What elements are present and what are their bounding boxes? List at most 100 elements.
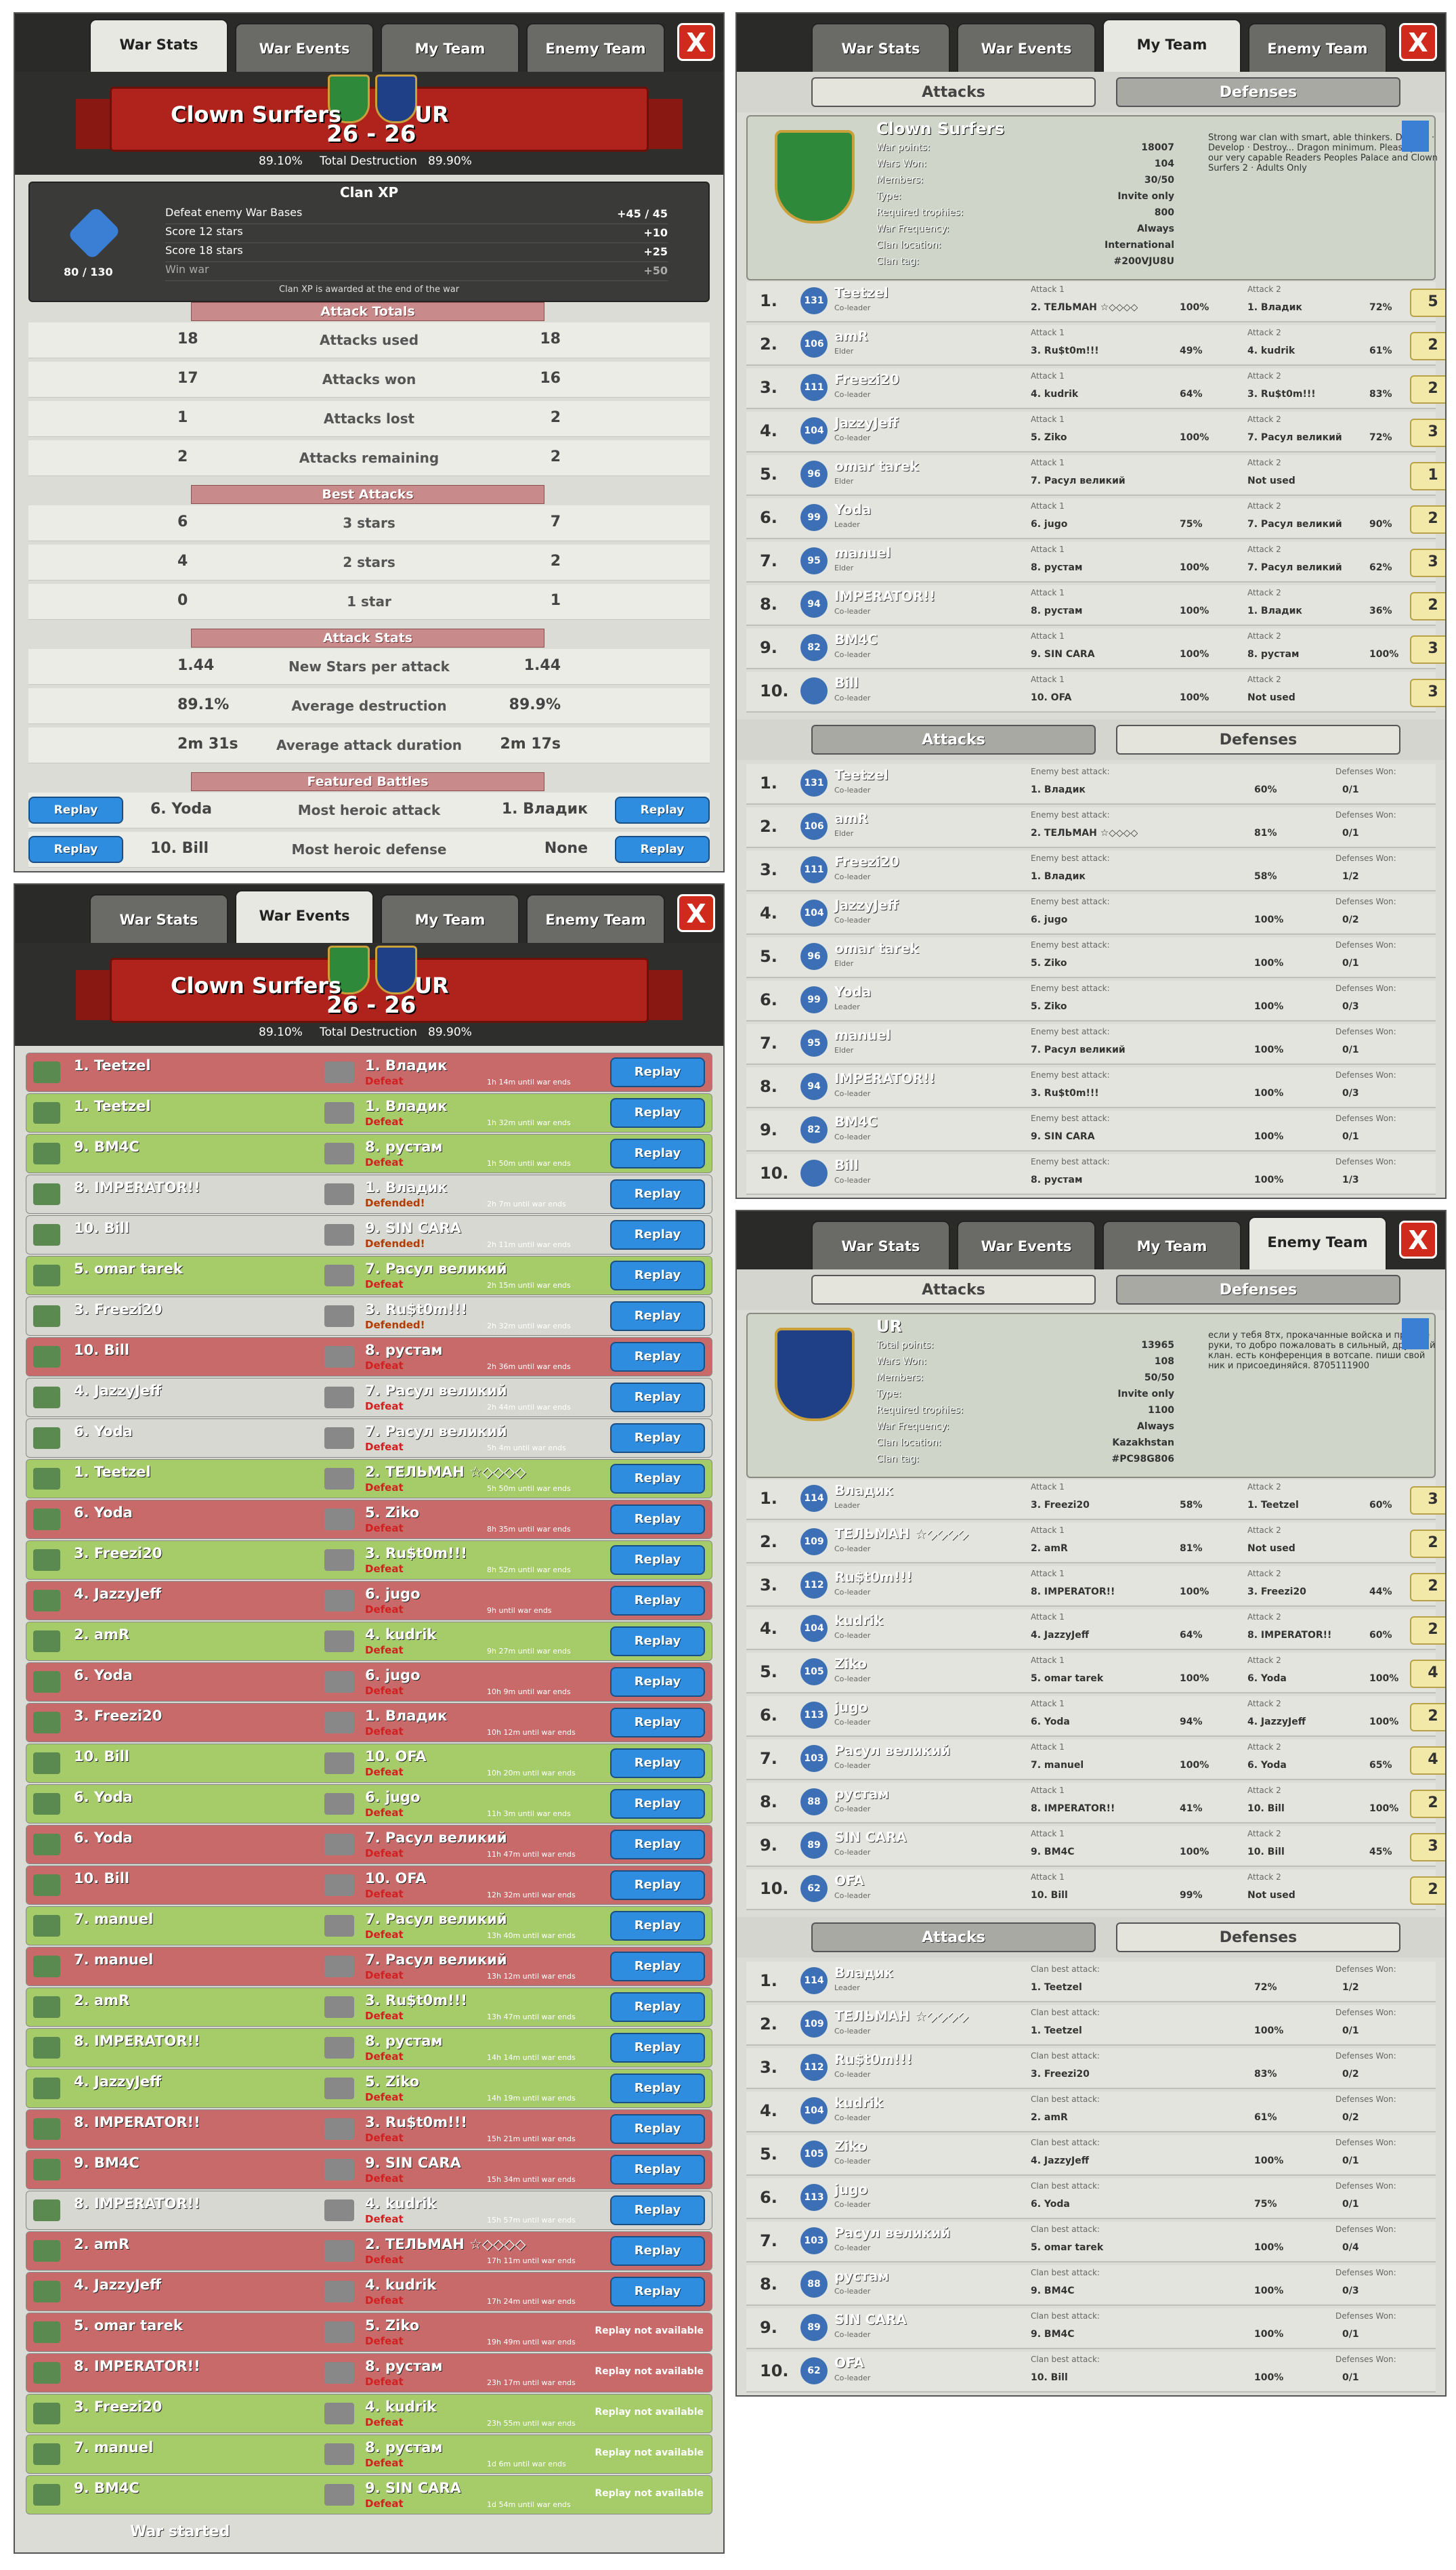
replay-button[interactable]: Replay [610,1667,705,1697]
subtab-defenses[interactable]: Defenses [1116,1275,1400,1305]
town-hall-level-icon: 82 [800,1116,828,1143]
replay-button[interactable]: Replay [610,1870,705,1900]
replay-button[interactable]: Replay [610,1545,705,1575]
clan-info-key: Required trophies: [876,1405,964,1416]
replay-button[interactable]: Replay [610,1301,705,1331]
replay-button[interactable]: Replay [610,1789,705,1819]
close-button[interactable]: X [1399,1221,1437,1259]
tab-my-team[interactable]: My Team [1102,19,1241,72]
clan-info-value: 13965 [1141,1340,1174,1351]
replay-button[interactable]: Replay [610,1911,705,1941]
replay-button[interactable]: Replay [610,1057,705,1087]
attack-sword-icon [324,1915,354,1937]
attack-1-target: 5. Ziko 100% [1031,432,1234,443]
tab-enemy-team[interactable]: Enemy Team [526,23,665,72]
town-hall-level-icon: 62 [800,1875,828,1902]
replay-button[interactable]: Replay [610,2114,705,2144]
replay-button[interactable]: Replay [610,2236,705,2266]
best-attack-percent: 58% [1254,871,1277,882]
replay-button[interactable]: Replay [610,1098,705,1128]
attack-2-target: 7. Расул великий 90% [1247,519,1410,530]
bookmark-icon[interactable] [1402,1318,1429,1349]
replay-button[interactable]: Replay [610,1423,705,1453]
member-role: Co-leader [834,2374,871,2382]
tab-war-stats[interactable]: War Stats [811,23,950,72]
member-name: рустам [834,2268,889,2284]
replay-button[interactable]: Replay [610,1626,705,1656]
tab-enemy-team[interactable]: Enemy Team [526,894,665,943]
subtab-attacks[interactable]: Attacks [811,725,1096,755]
replay-button[interactable]: Replay [28,797,123,824]
tab-war-stats[interactable]: War Stats [811,1221,950,1269]
attack-1-label: Attack 1 [1031,1656,1065,1665]
replay-button[interactable]: Replay [615,797,710,824]
tab-war-stats[interactable]: War Stats [89,894,228,943]
attack-1-target: 6. jugo 75% [1031,519,1234,530]
member-name: omar tarek [834,458,919,474]
attack-2-target: 7. Расул великий 62% [1247,562,1410,573]
town-hall-level-icon: 105 [800,2141,828,2168]
stat-enemy-value: 89.9% [509,696,561,713]
replay-button[interactable]: Replay [610,1992,705,2022]
tab-my-team[interactable]: My Team [1102,1221,1241,1269]
replay-button[interactable]: Replay [610,1139,705,1168]
replay-button[interactable]: Replay [610,1748,705,1778]
subtab-attacks[interactable]: Attacks [811,1275,1096,1305]
replay-button[interactable]: Replay [610,2277,705,2306]
replay-button[interactable]: Replay [610,2195,705,2225]
replay-button[interactable]: Replay [610,1179,705,1209]
replay-button[interactable]: Replay [610,1342,705,1372]
replay-button[interactable]: Replay [610,1383,705,1412]
attack-2-label: Attack 2 [1247,1829,1281,1838]
war-banner: Clown Surfers UR 26 - 26 89.10% Total De… [15,943,723,1046]
featured-clan-player: 10. Bill [150,840,209,857]
tab-enemy-team[interactable]: Enemy Team [1248,1217,1387,1269]
tab-war-events[interactable]: War Events [235,23,374,72]
replay-button[interactable]: Replay [610,1830,705,1859]
tab-war-events[interactable]: War Events [957,23,1096,72]
close-button[interactable]: X [1399,23,1437,61]
replay-button[interactable]: Replay [610,1586,705,1616]
clan-info-value: 30/50 [1144,175,1174,186]
attack-1-label: Attack 1 [1031,675,1065,684]
bookmark-icon[interactable] [1402,121,1429,152]
replay-button[interactable]: Replay [610,1952,705,1981]
attack-2-percent: 100% [1369,1803,1399,1814]
xp-row-label: Score 18 stars [165,244,243,257]
tab-enemy-team[interactable]: Enemy Team [1248,23,1387,72]
replay-button[interactable]: Replay [610,2155,705,2185]
attack-1-percent: 100% [1180,562,1209,573]
tab-my-team[interactable]: My Team [381,894,519,943]
town-hall-level-icon: 62 [800,2357,828,2384]
attacker-troop-icon [33,1265,60,1286]
event-row: 8. IMPERATOR!! 8. рустам Defeat 23h 17m unt… [26,2353,712,2393]
member-defense-row: 9. 89 SIN CARA Co-leader Clan best attack: 9.… [746,2309,1436,2349]
close-button[interactable]: X [677,894,715,932]
attack-1-target: 3. Freezi20 58% [1031,1500,1234,1511]
close-button[interactable]: X [677,23,715,61]
subtab-defenses[interactable]: Defenses [1116,77,1400,107]
tab-my-team[interactable]: My Team [381,23,519,72]
replay-button[interactable]: Replay [610,1464,705,1494]
subtab-attacks[interactable]: Attacks [811,77,1096,107]
tab-war-stats[interactable]: War Stats [89,19,228,72]
replay-button[interactable]: Replay [610,1220,705,1250]
subtab-defenses[interactable]: Defenses [1116,1922,1400,1952]
best-attack-percent: 100% [1254,914,1284,925]
replay-button[interactable]: Replay [610,1261,705,1290]
tab-war-events[interactable]: War Events [235,890,374,943]
replay-button[interactable]: Replay [610,2073,705,2103]
member-rank: 1. [760,291,777,310]
subtab-defenses[interactable]: Defenses [1116,725,1400,755]
replay-button[interactable]: Replay [615,836,710,863]
stat-row: 4 2 stars 2 [28,545,710,581]
subtab-attacks[interactable]: Attacks [811,1922,1096,1952]
replay-button[interactable]: Replay [610,2033,705,2063]
attack-2-target-name: Not used [1247,1890,1296,1901]
replay-button[interactable]: Replay [28,836,123,863]
tab-war-events[interactable]: War Events [957,1221,1096,1269]
replay-button[interactable]: Replay [610,1504,705,1534]
member-name: Bill [834,1157,859,1173]
event-attacker: 2. amR [74,1626,130,1643]
replay-button[interactable]: Replay [610,1708,705,1737]
